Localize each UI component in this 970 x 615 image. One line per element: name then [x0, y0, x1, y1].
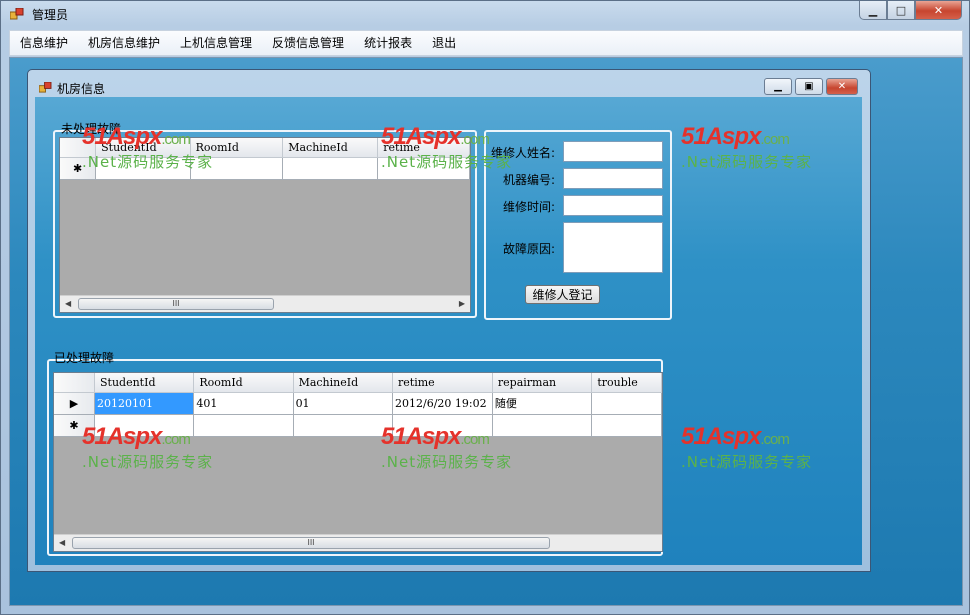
- column-header[interactable]: RoomId: [190, 138, 284, 158]
- column-header[interactable]: MachineId: [282, 138, 379, 158]
- window-title: 管理员: [32, 8, 69, 22]
- processed-group-label: 已处理故障: [54, 351, 115, 365]
- minimize-icon: ▁: [868, 3, 878, 17]
- menu-bar: 信息维护 机房信息维护 上机信息管理 反馈信息管理 统计报表 退出: [9, 30, 963, 56]
- minimize-button[interactable]: ▁: [859, 1, 887, 20]
- new-row[interactable]: ✱: [60, 157, 470, 180]
- menu-feedback-management[interactable]: 反馈信息管理: [262, 31, 354, 55]
- grid-cell[interactable]: 01: [293, 392, 394, 415]
- grid-cell[interactable]: 2012/6/20 19:02: [392, 392, 493, 415]
- grid-corner-header[interactable]: [60, 138, 97, 158]
- grid-cell[interactable]: [492, 414, 593, 437]
- column-header[interactable]: StudentId: [95, 138, 191, 158]
- new-row-marker: ✱: [60, 157, 97, 180]
- column-header[interactable]: RoomId: [193, 373, 294, 393]
- minimize-icon: ▁: [774, 81, 782, 92]
- unprocessed-group-label: 未处理故障: [61, 122, 122, 136]
- processed-hscrollbar[interactable]: ◀ III: [54, 534, 662, 551]
- grid-corner-header[interactable]: [54, 373, 95, 393]
- repair-time-input[interactable]: [563, 195, 663, 216]
- close-icon: ✕: [837, 81, 847, 92]
- menu-session-management[interactable]: 上机信息管理: [170, 31, 262, 55]
- menu-exit[interactable]: 退出: [422, 31, 466, 55]
- column-header[interactable]: MachineId: [293, 373, 394, 393]
- title-bar[interactable]: 管理员 ▁ □ ✕: [1, 1, 970, 28]
- repair-time-label: 维修时间:: [503, 200, 556, 214]
- repairman-input[interactable]: [563, 141, 663, 162]
- scroll-thumb[interactable]: III: [78, 298, 274, 310]
- maximize-button[interactable]: □: [887, 1, 915, 20]
- grid-cell[interactable]: [193, 414, 294, 437]
- column-header[interactable]: trouble: [591, 373, 662, 393]
- grid-cell[interactable]: [282, 157, 379, 180]
- repairman-label: 维修人姓名:: [491, 146, 556, 160]
- menu-info-maintenance[interactable]: 信息维护: [10, 31, 78, 55]
- grid-cell[interactable]: [392, 414, 493, 437]
- close-button[interactable]: ✕: [915, 1, 962, 20]
- grid-cell[interactable]: 随便: [492, 392, 593, 415]
- child-minimize-button[interactable]: ▁: [764, 78, 792, 95]
- column-header[interactable]: retime: [392, 373, 493, 393]
- register-repairman-button[interactable]: 维修人登记: [525, 285, 600, 304]
- fault-reason-input[interactable]: [563, 222, 663, 273]
- child-close-button[interactable]: ✕: [826, 78, 858, 95]
- new-row-marker: ✱: [54, 414, 95, 437]
- scroll-left-icon[interactable]: ◀: [65, 299, 71, 308]
- current-row-indicator-icon: ▶: [54, 392, 95, 415]
- grid-cell[interactable]: 401: [193, 392, 294, 415]
- new-row[interactable]: ✱: [54, 414, 662, 437]
- grid-cell[interactable]: [377, 157, 470, 180]
- column-header[interactable]: retime: [377, 138, 470, 158]
- menu-reports[interactable]: 统计报表: [354, 31, 422, 55]
- maximize-icon: □: [895, 3, 907, 17]
- unprocessed-hscrollbar[interactable]: ◀ III ▶: [60, 295, 470, 312]
- processed-grid[interactable]: StudentId RoomId MachineId retime repair…: [53, 372, 663, 552]
- child-window-icon: [39, 82, 52, 93]
- maximize-icon: ▣: [804, 81, 814, 92]
- machine-label: 机器编号:: [503, 173, 556, 187]
- machine-input[interactable]: [563, 168, 663, 189]
- grid-cell[interactable]: [293, 414, 394, 437]
- grid-cell[interactable]: [95, 157, 191, 180]
- column-header[interactable]: StudentId: [94, 373, 195, 393]
- table-row[interactable]: ▶ 20120101 401 01 2012/6/20 19:02 随便: [54, 392, 662, 415]
- grid-cell[interactable]: [591, 392, 662, 415]
- unprocessed-grid[interactable]: StudentId RoomId MachineId retime ✱ ◀ II…: [59, 137, 471, 313]
- fault-reason-label: 故障原因:: [503, 242, 556, 256]
- grid-cell[interactable]: [94, 414, 195, 437]
- scroll-left-icon[interactable]: ◀: [59, 538, 65, 547]
- child-maximize-button[interactable]: ▣: [795, 78, 823, 95]
- close-icon: ✕: [933, 3, 944, 17]
- scroll-thumb[interactable]: III: [72, 537, 550, 549]
- grid-cell[interactable]: 20120101: [94, 392, 195, 415]
- grid-cell[interactable]: [190, 157, 284, 180]
- app-icon: [10, 8, 24, 20]
- column-header[interactable]: repairman: [492, 373, 593, 393]
- menu-room-maintenance[interactable]: 机房信息维护: [78, 31, 170, 55]
- grid-cell[interactable]: [591, 414, 662, 437]
- child-window-title: 机房信息: [57, 82, 106, 96]
- scroll-right-icon[interactable]: ▶: [459, 299, 465, 308]
